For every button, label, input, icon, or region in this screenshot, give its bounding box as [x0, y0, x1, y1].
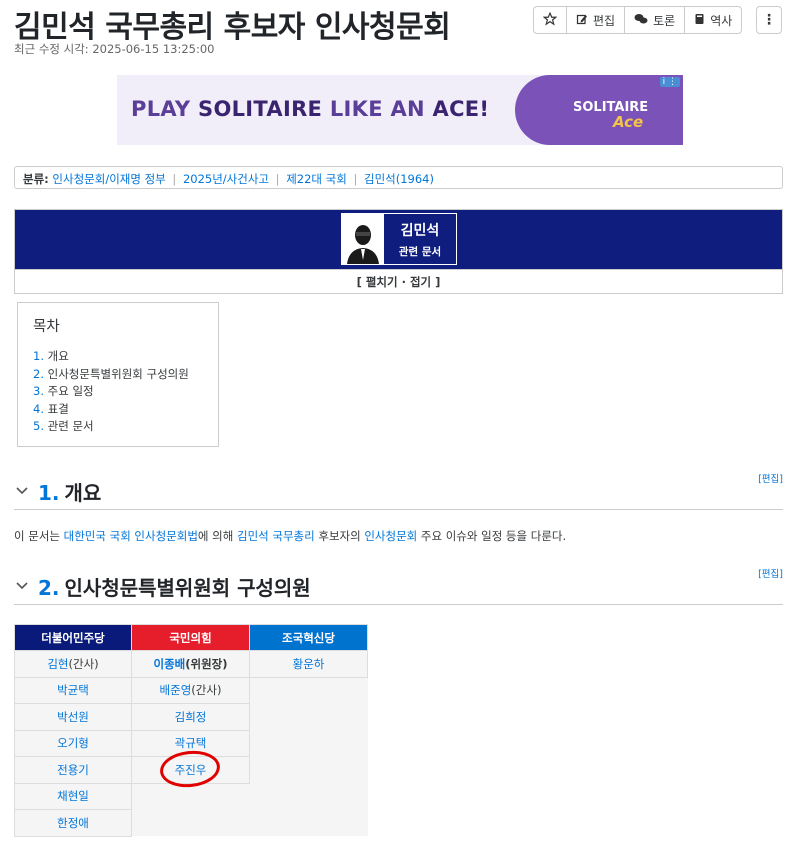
ad-headline: PLAY SOLITAIRE LIKE AN ACE! [131, 97, 490, 121]
page-title: 김민석 국무총리 후보자 인사청문회 [14, 10, 451, 45]
table-row: 채현일 [14, 782, 368, 810]
empty-cell [249, 809, 368, 836]
link-kim-minseok[interactable]: 김민석 국무총리 [237, 529, 315, 543]
ad-banner[interactable]: PLAY SOLITAIRE LIKE AN ACE! SOLITAIRE Ac… [117, 75, 683, 145]
table-header-row: 더불어민주당 국민의힘 조국혁신당 [14, 624, 368, 651]
section-title: 2. 인사청문특별위원회 구성의원 [38, 576, 311, 600]
history-button[interactable]: 역사 [684, 7, 741, 33]
section-heading-members[interactable]: 2. 인사청문특별위원회 구성의원 [편집] [14, 569, 783, 605]
empty-cell [249, 677, 368, 704]
toc-item[interactable]: 4. 표결 [33, 401, 203, 419]
section-edit-link[interactable]: [편집] [758, 471, 783, 485]
comments-icon [634, 13, 648, 28]
discuss-label: 토론 [653, 13, 676, 28]
divider: | [353, 172, 358, 186]
member-cell[interactable]: 김현(간사) [14, 650, 132, 678]
link-hearing-act[interactable]: 대한민국 국회 인사청문회법 [64, 529, 198, 543]
edit-icon [576, 13, 588, 28]
person-photo [342, 214, 384, 264]
history-label: 역사 [710, 13, 733, 28]
member-cell[interactable]: 배준영(간사) [131, 676, 250, 704]
ad-logo-ace: Ace [613, 113, 644, 131]
committee-members-table: 더불어민주당 국민의힘 조국혁신당 김현(간사) 이종배(위원장) 황운하 박균… [14, 624, 368, 837]
section-title: 1. 개요 [38, 481, 102, 505]
category-link[interactable]: 인사청문회/이재명 정부 [52, 172, 165, 186]
empty-cell [249, 730, 368, 757]
empty-cell [249, 783, 368, 810]
toc-item[interactable]: 2. 인사청문특별위원회 구성의원 [33, 366, 203, 384]
person-badge[interactable]: 김민석 관련 문서 [341, 213, 457, 265]
section-edit-link[interactable]: [편집] [758, 566, 783, 580]
fold-toggle[interactable]: [ 펼치기 · 접기 ] [15, 269, 782, 294]
member-cell[interactable]: 김희정 [131, 703, 250, 731]
empty-cell [249, 703, 368, 730]
table-row: 박균택 배준영(간사) [14, 676, 368, 704]
divider: | [275, 172, 280, 186]
member-cell[interactable]: 전용기 [14, 756, 132, 784]
category-label: 분류: [23, 172, 49, 186]
person-sub: 관련 문서 [398, 245, 442, 258]
member-cell[interactable]: 황운하 [249, 650, 368, 678]
toc-item[interactable]: 5. 관련 문서 [33, 418, 203, 436]
star-button[interactable] [534, 7, 566, 33]
empty-cell [131, 809, 250, 836]
edit-button[interactable]: 편집 [566, 7, 624, 33]
table-row: 전용기 주진우 [14, 756, 368, 784]
category-link[interactable]: 김민석(1964) [364, 172, 434, 186]
person-name: 김민석 [400, 222, 440, 239]
table-row: 한정애 [14, 809, 368, 837]
last-modified-time: 2025-06-15 13:25:00 [92, 42, 215, 56]
person-label: 김민석 관련 문서 [384, 214, 456, 264]
category-box: 분류: 인사청문회/이재명 정부 | 2025년/사건사고 | 제22대 국회 … [14, 166, 783, 189]
toc-item[interactable]: 3. 주요 일정 [33, 383, 203, 401]
chevron-down-icon[interactable] [16, 482, 28, 500]
member-cell[interactable]: 곽규택 [131, 729, 250, 757]
member-cell[interactable]: 주진우 [131, 756, 250, 784]
table-row: 박선원 김희정 [14, 703, 368, 731]
party-header-ppp: 국민의힘 [131, 624, 250, 651]
member-cell[interactable]: 이종배(위원장) [131, 650, 250, 678]
party-header-democratic: 더불어민주당 [14, 624, 132, 651]
last-modified-label: 최근 수정 시각: [14, 42, 89, 56]
empty-cell [249, 756, 368, 783]
section-heading-overview[interactable]: 1. 개요 [편집] [14, 474, 783, 510]
star-icon [542, 11, 558, 29]
member-cell[interactable]: 채현일 [14, 782, 132, 810]
toc-item[interactable]: 1. 개요 [33, 348, 203, 366]
edit-label: 편집 [593, 13, 616, 28]
category-link[interactable]: 2025년/사건사고 [183, 172, 269, 186]
table-of-contents: 목차 1. 개요 2. 인사청문특별위원회 구성의원 3. 주요 일정 4. 표… [17, 302, 219, 447]
book-icon [694, 13, 705, 28]
member-cell[interactable]: 박균택 [14, 676, 132, 704]
overview-text: 이 문서는 대한민국 국회 인사청문회법에 의해 김민석 국무총리 후보자의 인… [14, 529, 567, 543]
category-link[interactable]: 제22대 국회 [286, 172, 347, 186]
fold-header: 김민석 관련 문서 [15, 210, 782, 269]
toc-title: 목차 [33, 319, 60, 335]
article-toolbar: 편집 토론 역사 [533, 6, 743, 34]
more-options-button[interactable]: ⋮ [756, 6, 782, 34]
ad-info-icon[interactable]: i ⋮ [659, 77, 680, 87]
chevron-down-icon[interactable] [16, 577, 28, 595]
empty-cell [131, 783, 250, 810]
member-cell[interactable]: 한정애 [14, 809, 132, 837]
table-row: 오기형 곽규택 [14, 729, 368, 757]
member-cell[interactable]: 오기형 [14, 729, 132, 757]
vertical-dots-icon: ⋮ [762, 12, 776, 28]
party-header-rebuilding: 조국혁신당 [249, 624, 368, 651]
related-docs-fold: 김민석 관련 문서 [ 펼치기 · 접기 ] [14, 209, 783, 294]
last-modified: 최근 수정 시각: 2025-06-15 13:25:00 [14, 41, 214, 57]
table-row: 김현(간사) 이종배(위원장) 황운하 [14, 650, 368, 678]
link-hearing[interactable]: 인사청문회 [364, 529, 417, 543]
divider: | [172, 172, 177, 186]
member-cell[interactable]: 박선원 [14, 703, 132, 731]
discuss-button[interactable]: 토론 [624, 7, 684, 33]
